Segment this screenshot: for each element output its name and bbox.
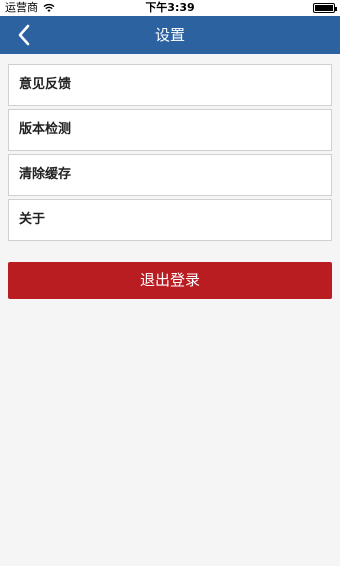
page-title: 设置: [154, 26, 185, 44]
settings-item-about[interactable]: 关于: [8, 199, 332, 241]
settings-list: 意见反馈 版本检测 清除缓存 关于: [8, 64, 332, 244]
settings-item-version-check[interactable]: 版本检测: [8, 109, 332, 151]
battery-icon: [313, 3, 337, 13]
settings-item-clear-cache[interactable]: 清除缓存: [8, 154, 332, 196]
logout-button[interactable]: 退出登录: [8, 262, 332, 299]
nav-bar: 设置: [0, 16, 340, 54]
status-bar: 运营商 下午3:39: [0, 0, 340, 16]
status-time: 下午3:39: [145, 1, 195, 14]
settings-item-feedback[interactable]: 意见反馈: [8, 64, 332, 106]
